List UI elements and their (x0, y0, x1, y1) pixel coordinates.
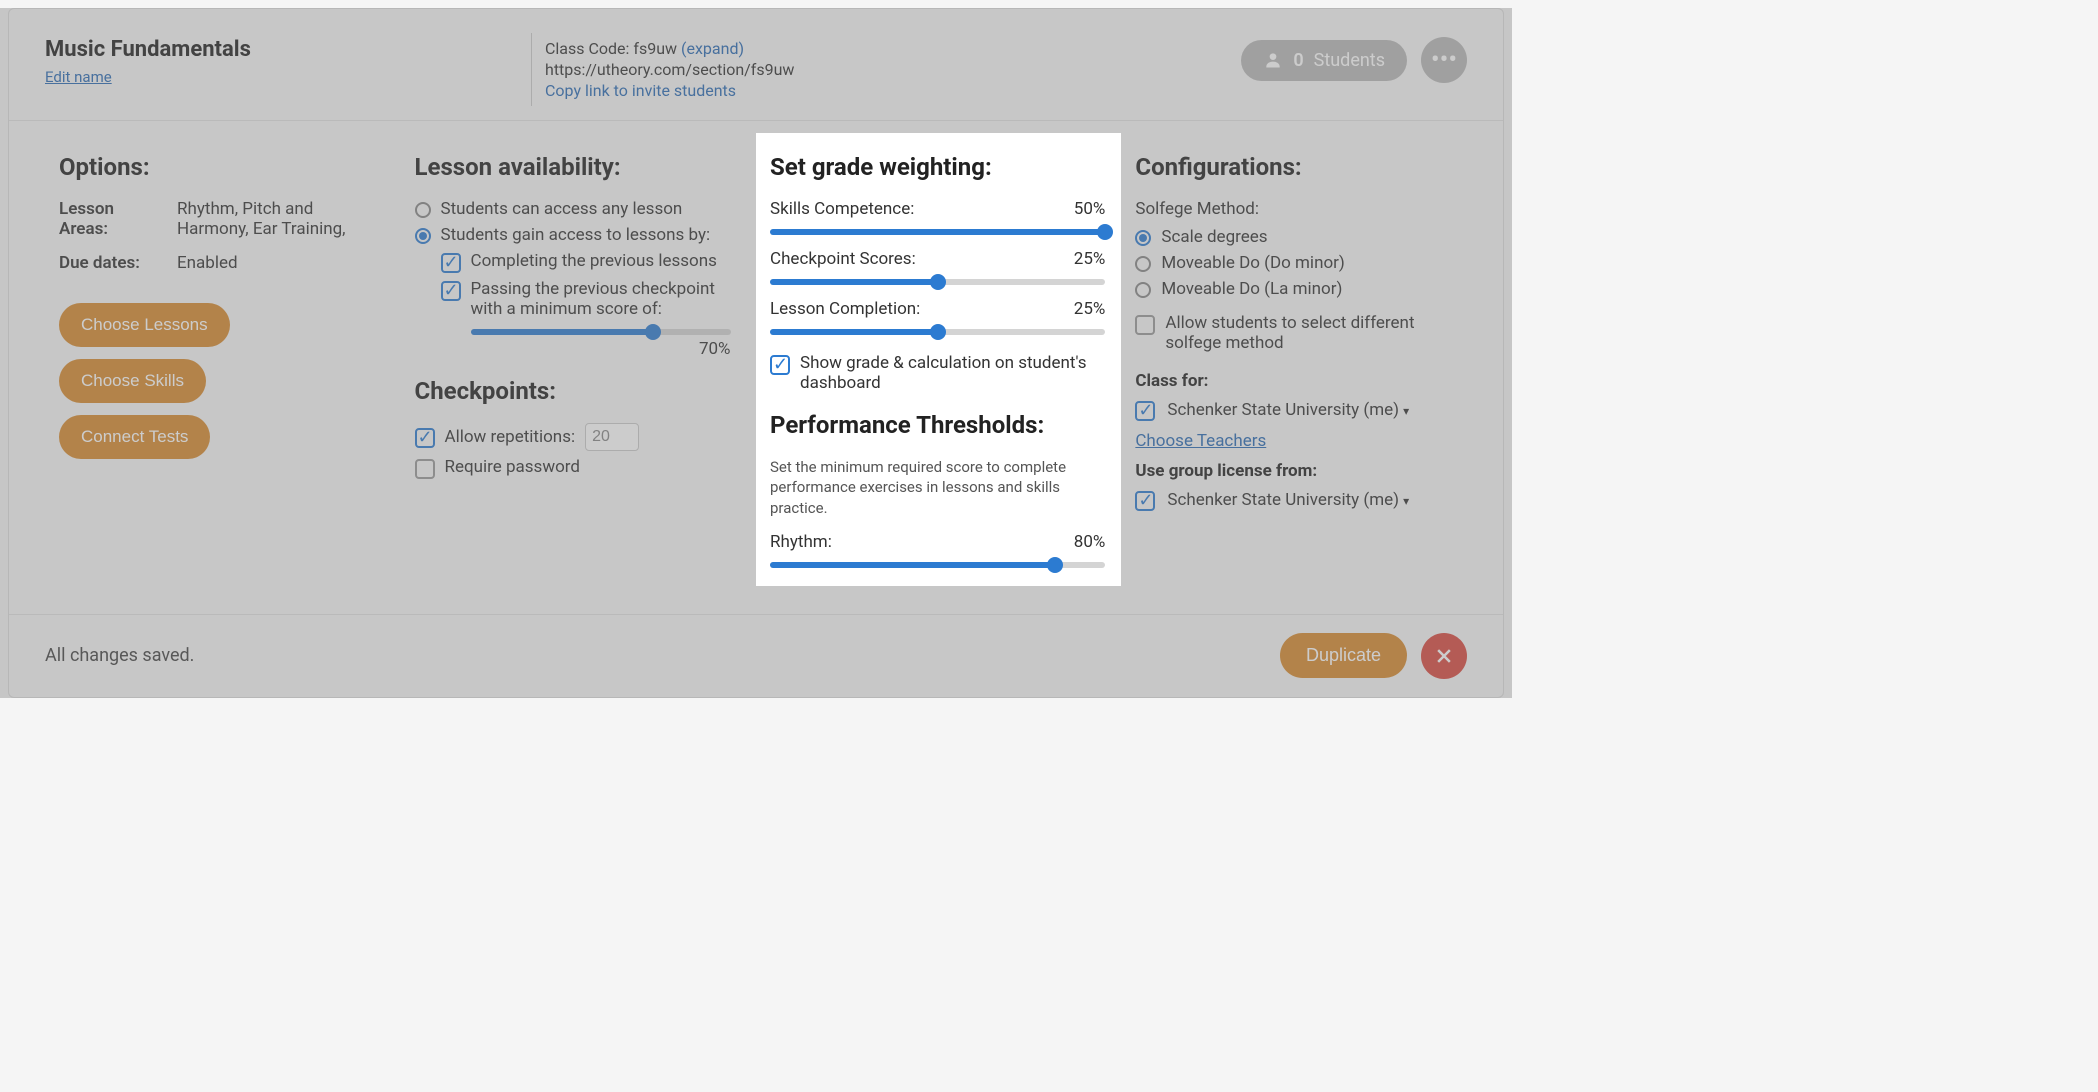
radio-do-minor-label: Moveable Do (Do minor) (1161, 253, 1344, 273)
require-password-label: Require password (445, 457, 581, 477)
radio-do-minor[interactable] (1135, 256, 1151, 272)
duplicate-button[interactable]: Duplicate (1280, 633, 1407, 678)
edit-name-link[interactable]: Edit name (45, 68, 112, 86)
connect-tests-button[interactable]: Connect Tests (59, 415, 210, 459)
choose-lessons-button[interactable]: Choose Lessons (59, 303, 230, 347)
repetitions-input[interactable] (585, 423, 639, 451)
class-code-block: Class Code: fs9uw (expand) https://utheo… (545, 37, 794, 102)
config-heading: Configurations: (1135, 153, 1451, 181)
radio-la-minor[interactable] (1135, 282, 1151, 298)
check-class-for[interactable] (1135, 401, 1155, 421)
config-column: Configurations: Solfege Method: Scale de… (1121, 133, 1467, 586)
caret-down-icon: ▾ (1403, 494, 1409, 508)
close-button[interactable] (1421, 633, 1467, 679)
rhythm-threshold-value: 80% (1074, 532, 1106, 552)
students-count: 0 (1293, 50, 1303, 71)
more-menu-button[interactable]: ••• (1421, 37, 1467, 83)
check-prev-checkpoint-label: Passing the previous checkpoint with a m… (471, 279, 741, 319)
check-allow-repetitions[interactable] (415, 428, 435, 448)
caret-down-icon: ▾ (1403, 404, 1409, 418)
check-require-password[interactable] (415, 459, 435, 479)
lesson-areas-label: Lesson Areas: (59, 199, 159, 239)
ellipsis-icon: ••• (1431, 45, 1457, 75)
solfege-method-label: Solfege Method: (1135, 199, 1451, 219)
checkpoint-scores-label: Checkpoint Scores: (770, 249, 916, 269)
choose-teachers-link[interactable]: Choose Teachers (1135, 431, 1266, 451)
min-score-slider[interactable] (471, 329, 731, 335)
weighting-heading: Set grade weighting: (770, 153, 1105, 181)
class-code: fs9uw (633, 39, 677, 58)
skills-competence-label: Skills Competence: (770, 199, 914, 219)
header-divider (531, 33, 532, 106)
checkpoints-heading: Checkpoints: (415, 377, 741, 405)
students-label: Students (1314, 50, 1385, 71)
due-dates-value: Enabled (177, 253, 385, 273)
check-prev-lessons-label: Completing the previous lessons (471, 251, 717, 271)
thresholds-description: Set the minimum required score to comple… (770, 457, 1105, 518)
radio-gain-access-label: Students gain access to lessons by: (441, 225, 711, 245)
skills-competence-value: 50% (1074, 199, 1106, 219)
thresholds-heading: Performance Thresholds: (770, 411, 1105, 439)
class-for-label: Class for: (1135, 371, 1451, 391)
class-for-dropdown[interactable]: Schenker State University (me) ▾ (1167, 400, 1409, 420)
check-allow-diff-solfege[interactable] (1135, 315, 1155, 335)
close-icon (1434, 646, 1454, 666)
allow-diff-solfege-label: Allow students to select different solfe… (1165, 313, 1451, 353)
due-dates-label: Due dates: (59, 253, 159, 273)
skills-competence-slider[interactable] (770, 229, 1105, 235)
lesson-completion-value: 25% (1074, 299, 1106, 319)
radio-any-lesson[interactable] (415, 202, 431, 218)
weighting-column: Set grade weighting: Skills Competence: … (756, 133, 1121, 586)
class-title: Music Fundamentals (45, 37, 505, 62)
footer: All changes saved. Duplicate (9, 614, 1503, 697)
availability-heading: Lesson availability: (415, 153, 741, 181)
class-for-value: Schenker State University (me) (1167, 400, 1399, 420)
lesson-completion-label: Lesson Completion: (770, 299, 920, 319)
header: Music Fundamentals Edit name Class Code:… (9, 9, 1503, 120)
check-prev-lessons[interactable] (441, 253, 461, 273)
checkpoint-scores-value: 25% (1074, 249, 1106, 269)
rhythm-threshold-slider[interactable] (770, 562, 1105, 568)
check-prev-checkpoint[interactable] (441, 281, 461, 301)
rhythm-threshold-label: Rhythm: (770, 532, 832, 552)
radio-any-lesson-label: Students can access any lesson (441, 199, 683, 219)
license-value: Schenker State University (me) (1167, 490, 1399, 510)
lesson-completion-slider[interactable] (770, 329, 1105, 335)
show-grade-label: Show grade & calculation on student's da… (800, 353, 1105, 393)
choose-skills-button[interactable]: Choose Skills (59, 359, 206, 403)
availability-column: Lesson availability: Students can access… (401, 133, 757, 586)
check-show-grade[interactable] (770, 355, 790, 375)
radio-scale-degrees[interactable] (1135, 230, 1151, 246)
class-code-prefix: Class Code: (545, 39, 633, 58)
radio-gain-access[interactable] (415, 228, 431, 244)
license-label: Use group license from: (1135, 461, 1451, 481)
license-dropdown[interactable]: Schenker State University (me) ▾ (1167, 490, 1409, 510)
radio-la-minor-label: Moveable Do (La minor) (1161, 279, 1342, 299)
save-status: All changes saved. (45, 645, 194, 666)
copy-invite-link[interactable]: Copy link to invite students (545, 81, 736, 100)
options-column: Options: Lesson Areas: Rhythm, Pitch and… (45, 133, 401, 586)
checkpoint-scores-slider[interactable] (770, 279, 1105, 285)
radio-scale-degrees-label: Scale degrees (1161, 227, 1267, 247)
check-license[interactable] (1135, 491, 1155, 511)
user-icon (1263, 50, 1283, 70)
expand-code-link[interactable]: (expand) (681, 39, 744, 58)
min-score-value: 70% (471, 339, 731, 359)
allow-repetitions-label: Allow repetitions: (445, 427, 576, 447)
class-url: https://utheory.com/section/fs9uw (545, 60, 794, 79)
lesson-areas-value: Rhythm, Pitch and Harmony, Ear Training, (177, 199, 385, 239)
students-pill[interactable]: 0 Students (1241, 40, 1407, 81)
options-heading: Options: (59, 153, 385, 181)
